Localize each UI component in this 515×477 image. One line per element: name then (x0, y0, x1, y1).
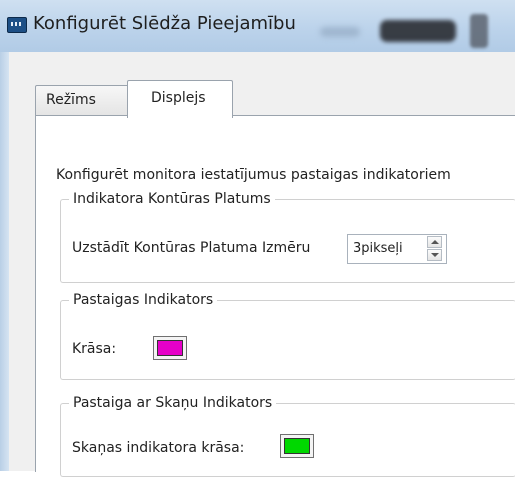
outline-size-stepper[interactable] (347, 234, 447, 264)
title-bar-blur (320, 27, 360, 37)
title-bar[interactable]: Konfigurēt Slēdža Pieejamību (0, 0, 515, 53)
arrow-up-icon[interactable] (427, 236, 442, 248)
tab-rezims[interactable]: Režīms (35, 85, 130, 116)
window-frame-left (0, 52, 9, 471)
window-controls-blur-2 (470, 14, 488, 48)
walk-color-button[interactable] (153, 336, 187, 360)
sound-color-button[interactable] (280, 434, 314, 458)
walk-indicator-group: Pastaigas Indikators (60, 292, 515, 380)
sound-color-label: Skaņas indikatora krāsa: (72, 440, 245, 456)
sound-indicator-group-title: Pastaiga ar Skaņu Indikators (73, 395, 273, 411)
arrow-down-icon[interactable] (427, 249, 442, 261)
sound-color-swatch (284, 438, 310, 454)
outline-width-group-title: Indikatora Kontūras Platums (73, 191, 271, 207)
walk-color-label: Krāsa: (72, 341, 117, 357)
outline-size-label: Uzstādīt Kontūras Platuma Izmēru (72, 240, 311, 256)
tab-displejs[interactable]: Displejs (127, 80, 233, 118)
window-title: Konfigurēt Slēdža Pieejamību (33, 13, 296, 34)
panel-description: Konfigurēt monitora iestatījumus pastaig… (56, 167, 451, 183)
tab-displejs-label: Displejs (151, 90, 206, 106)
walk-color-swatch (157, 340, 183, 356)
app-icon[interactable] (7, 17, 27, 33)
outline-size-input[interactable] (350, 237, 425, 259)
tab-rezims-label: Režīms (46, 92, 96, 108)
window-controls-blur (380, 20, 456, 42)
walk-indicator-group-title: Pastaigas Indikators (73, 292, 214, 308)
